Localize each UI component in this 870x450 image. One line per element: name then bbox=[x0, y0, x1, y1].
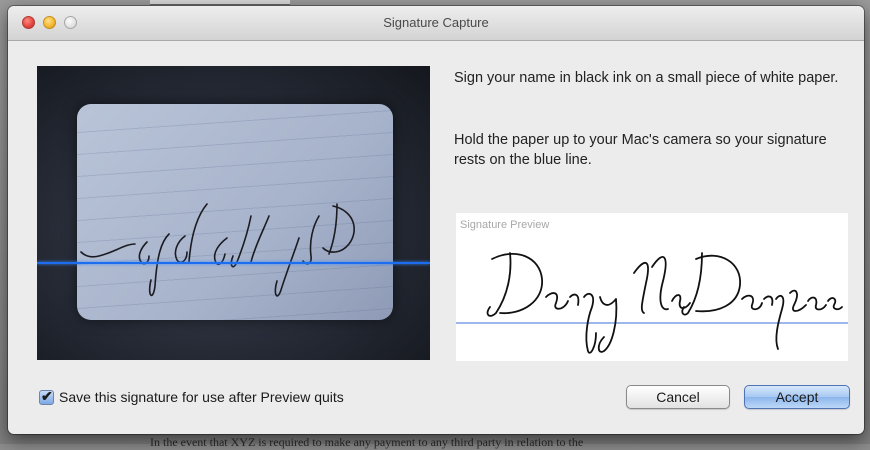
accept-button[interactable]: Accept bbox=[744, 385, 850, 409]
cancel-button[interactable]: Cancel bbox=[626, 385, 730, 409]
guide-line bbox=[37, 262, 430, 264]
background-tab bbox=[150, 0, 290, 5]
camera-signature-image bbox=[80, 203, 355, 297]
save-signature-checkbox[interactable]: ✔ bbox=[39, 388, 54, 405]
instruction-text-2: Hold the paper up to your Mac's camera s… bbox=[454, 132, 827, 168]
preview-signature-image bbox=[486, 252, 843, 354]
title-bar: Signature Capture bbox=[8, 6, 864, 41]
signature-preview: Signature Preview bbox=[456, 213, 848, 361]
signature-capture-window: Signature Capture Sign your name in blac… bbox=[8, 6, 864, 434]
window-title: Signature Capture bbox=[383, 15, 489, 30]
instruction-text-1: Sign your name in black ink on a small p… bbox=[454, 70, 839, 86]
checkmark-icon: ✔ bbox=[41, 388, 53, 404]
background-document-text: In the event that XYZ is required to mak… bbox=[150, 435, 584, 449]
save-signature-label[interactable]: Save this signature for use after Previe… bbox=[59, 389, 344, 405]
camera-view bbox=[37, 66, 430, 360]
